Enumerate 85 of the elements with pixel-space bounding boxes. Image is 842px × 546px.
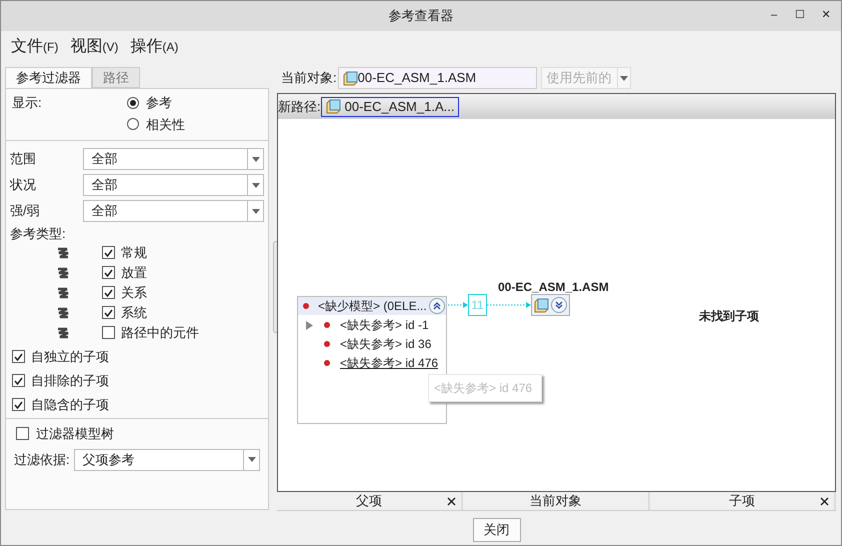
checkbox-label: 自隐含的子项 (31, 396, 109, 414)
cube-icon (534, 298, 549, 312)
reference-icon (56, 306, 70, 318)
checkbox-label: 过滤器模型树 (36, 424, 114, 443)
checkbox-label: 系统 (121, 304, 147, 322)
dropdown[interactable]: 全部 (82, 148, 264, 170)
checkbox-label: 路径中的元件 (121, 324, 199, 342)
dropdown-value: 全部 (90, 176, 119, 194)
dropdown-value: 父项参考 (82, 450, 136, 469)
filter-label: 强/弱 (10, 202, 41, 220)
panel-tab[interactable]: 当前对象 (463, 492, 650, 510)
reference-icon (56, 266, 70, 278)
display-label: 显示: (12, 94, 43, 112)
filter-label: 状况 (10, 176, 37, 194)
expand-arrow-icon[interactable] (306, 320, 313, 330)
reference-item[interactable]: <缺失参考> id 476 (340, 354, 438, 372)
checkbox-label: 关系 (121, 284, 147, 302)
close-button[interactable]: ✕ (819, 7, 833, 24)
current-object-label: 当前对象: (281, 69, 337, 88)
checkbox-label: 常规 (121, 244, 147, 262)
tab[interactable]: 参考过滤器 (5, 67, 92, 88)
cube-icon (326, 99, 341, 114)
current-node[interactable] (531, 294, 570, 316)
radio-label: 相关性 (146, 116, 185, 134)
link-count: 11 (468, 294, 487, 316)
filter-label: 范围 (10, 150, 37, 168)
window-title: 参考查看器 (388, 7, 454, 26)
radio-button[interactable] (127, 96, 139, 109)
checkbox[interactable] (102, 266, 115, 279)
reference-item[interactable]: <缺失参考> id 36 (340, 335, 432, 353)
dropdown-value: 全部 (90, 150, 119, 168)
close-dialog-button[interactable]: 关闭 (472, 518, 520, 542)
checkbox[interactable] (12, 350, 25, 363)
dropdown[interactable]: 全部 (82, 200, 264, 222)
cube-icon (342, 70, 358, 86)
radio-button[interactable] (127, 118, 139, 130)
node-label: 00-EC_ASM_1.ASM (498, 279, 609, 296)
menu-item[interactable]: 文件(F) (11, 35, 58, 59)
node-title: <缺少模型> (0ELE... (318, 298, 427, 315)
checkbox[interactable] (102, 286, 115, 299)
no-children-message: 未找到子项 (699, 308, 759, 325)
filter-by-label: 过滤依据: (14, 450, 70, 469)
checkbox-label: 放置 (121, 264, 147, 282)
dropdown[interactable]: 全部 (82, 174, 264, 196)
path-item[interactable]: 00-EC_ASM_1.A... (320, 96, 460, 116)
reference-type-label: 参考类型: (9, 225, 67, 243)
close-icon[interactable] (820, 496, 829, 506)
minimize-button[interactable]: – (767, 7, 781, 24)
double-chevron-up-icon (433, 302, 441, 310)
checkbox[interactable] (102, 306, 115, 319)
close-icon[interactable] (447, 496, 456, 506)
current-object-field[interactable]: 00-EC_ASM_1.ASM (338, 67, 537, 89)
checkbox[interactable] (12, 374, 25, 387)
connector-line (448, 302, 468, 308)
double-chevron-down-icon (555, 301, 563, 309)
checkbox[interactable] (102, 326, 115, 339)
panel-tab[interactable]: 子项 (650, 492, 836, 510)
dropdown-caret-icon (252, 182, 260, 188)
collapse-button[interactable] (429, 298, 445, 314)
panel-tab[interactable]: 父项 (277, 492, 464, 510)
checkbox-label: 自独立的子项 (31, 348, 109, 366)
reference-icon (56, 286, 70, 298)
dropdown-value: 全部 (90, 202, 119, 220)
checkbox[interactable] (102, 246, 115, 259)
expand-button[interactable] (551, 297, 567, 313)
tooltip: <缺失参考> id 476 (428, 374, 542, 402)
reference-icon (56, 246, 70, 258)
radio-label: 参考 (146, 94, 172, 112)
menu-item[interactable]: 操作(A) (130, 35, 178, 59)
checkbox[interactable] (16, 427, 29, 440)
dropdown[interactable]: 父项参考 (74, 448, 260, 470)
path-label: 新路径: (278, 98, 321, 116)
reference-item[interactable]: <缺失参考> id -1 (340, 316, 429, 334)
maximize-button[interactable]: ☐ (793, 7, 807, 24)
checkbox-label: 自排除的子项 (31, 372, 109, 390)
menu-item[interactable]: 视图(V) (70, 35, 118, 59)
dropdown-caret-icon (248, 457, 256, 462)
dropdown-caret-icon (252, 208, 260, 214)
current-object-value: 00-EC_ASM_1.ASM (358, 69, 476, 88)
connector-line (487, 302, 532, 308)
checkbox[interactable] (12, 398, 25, 411)
tab[interactable]: 路径 (92, 67, 140, 88)
reference-icon (56, 326, 70, 338)
dropdown-caret-icon (620, 76, 628, 80)
dropdown-caret-icon (252, 156, 260, 162)
